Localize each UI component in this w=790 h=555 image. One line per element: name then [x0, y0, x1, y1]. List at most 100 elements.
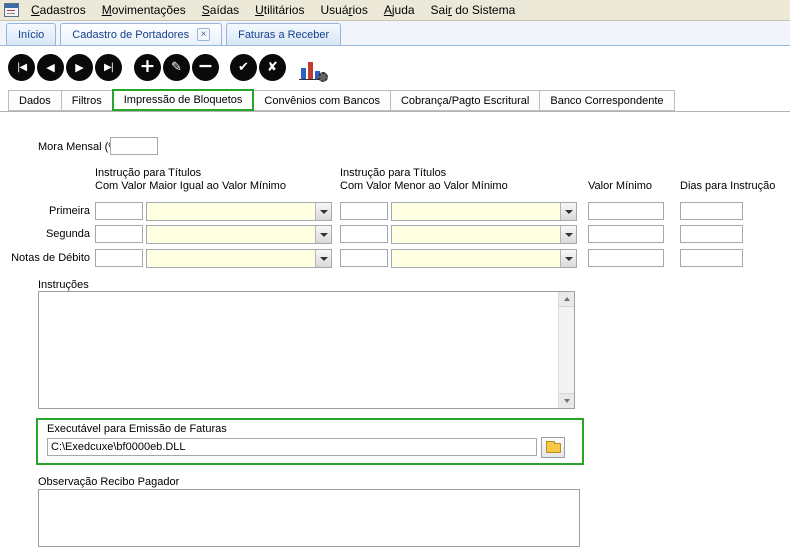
instrucao-menor-header-line1: Instrução para Títulos: [340, 167, 446, 179]
chart-bar-icon: [301, 68, 306, 79]
dias-instrucao-header: Dias para Instrução: [680, 180, 775, 192]
plus-icon: +: [140, 57, 156, 78]
primeira-menor-combo[interactable]: [391, 202, 577, 221]
executavel-groupbox: Executável para Emissão de Faturas: [36, 418, 584, 465]
subtab-label: Dados: [19, 95, 51, 107]
edit-record-button[interactable]: ✎: [163, 54, 190, 81]
segunda-menor-codigo-input[interactable]: [340, 225, 388, 243]
executavel-path-input[interactable]: [47, 438, 537, 456]
segunda-menor-combo[interactable]: [391, 225, 577, 244]
last-record-button[interactable]: ▶|: [95, 54, 122, 81]
tab-banco-correspondente[interactable]: Banco Correspondente: [539, 90, 674, 111]
instrucoes-label: Instruções: [38, 279, 89, 291]
instrucoes-textarea[interactable]: [38, 291, 575, 409]
segunda-maior-codigo-input[interactable]: [95, 225, 143, 243]
previous-icon: ◀: [46, 61, 54, 74]
application-window: Cadastros Movimentações Saídas Utilitári…: [0, 0, 790, 555]
add-record-button[interactable]: +: [134, 54, 161, 81]
primeira-valor-minimo-input[interactable]: [588, 202, 664, 220]
report-chart-button[interactable]: [298, 56, 328, 82]
tab-filtros[interactable]: Filtros: [61, 90, 113, 111]
subtab-label: Convênios com Bancos: [264, 95, 380, 107]
segunda-dias-instrucao-input[interactable]: [680, 225, 743, 243]
gear-icon: [318, 72, 328, 82]
pencil-icon: ✎: [171, 60, 182, 75]
tab-strip: Início Cadastro de Portadores × Faturas …: [0, 21, 790, 46]
tab-cobranca-pagto-escritural[interactable]: Cobrança/Pagto Escritural: [390, 90, 540, 111]
notas-debito-menor-combo[interactable]: [391, 249, 577, 268]
notas-debito-maior-combo[interactable]: [146, 249, 332, 268]
next-record-button[interactable]: ▶: [66, 54, 93, 81]
instrucao-maior-header-line1: Instrução para Títulos: [95, 167, 201, 179]
notas-debito-row-label: Notas de Débito: [0, 252, 90, 264]
segunda-maior-combo[interactable]: [146, 225, 332, 244]
menu-ajuda[interactable]: Ajuda: [376, 0, 423, 21]
chevron-down-icon[interactable]: [315, 226, 331, 243]
menu-sair-do-sistema[interactable]: Sair do Sistema: [423, 0, 524, 21]
delete-record-button[interactable]: −: [192, 54, 219, 81]
browse-file-button[interactable]: [541, 437, 565, 458]
tab-inicio[interactable]: Início: [6, 23, 56, 45]
tab-faturas-a-receber[interactable]: Faturas a Receber: [226, 23, 341, 45]
primeira-row-label: Primeira: [0, 205, 90, 217]
menu-usuarios[interactable]: Usuários: [312, 0, 375, 21]
executavel-group-label: Executável para Emissão de Faturas: [47, 423, 227, 435]
primeira-maior-combo[interactable]: [146, 202, 332, 221]
instrucao-maior-header-line2: Com Valor Maior Igual ao Valor Mínimo: [95, 180, 286, 192]
tab-label: Início: [18, 29, 44, 41]
primeira-dias-instrucao-input[interactable]: [680, 202, 743, 220]
cancel-button[interactable]: ✘: [259, 54, 286, 81]
subtab-label: Impressão de Bloquetos: [124, 94, 243, 106]
subtab-label: Filtros: [72, 95, 102, 107]
mora-mensal-input[interactable]: [110, 137, 158, 155]
notas-debito-menor-codigo-input[interactable]: [340, 249, 388, 267]
app-icon: [4, 3, 19, 17]
chevron-down-icon[interactable]: [560, 226, 576, 243]
folder-open-icon: [546, 443, 561, 453]
menu-bar: Cadastros Movimentações Saídas Utilitári…: [0, 0, 790, 21]
notas-debito-dias-instrucao-input[interactable]: [680, 249, 743, 267]
chevron-down-icon[interactable]: [315, 203, 331, 220]
chevron-down-icon[interactable]: [315, 250, 331, 267]
chevron-down-icon[interactable]: [560, 250, 576, 267]
cross-icon: ✘: [267, 60, 278, 75]
record-toolbar: |◀ ◀ ▶ ▶| + ✎ − ✔ ✘: [0, 47, 790, 90]
primeira-menor-codigo-input[interactable]: [340, 202, 388, 220]
menu-movimentacoes[interactable]: Movimentações: [94, 0, 194, 21]
last-record-icon: ▶|: [104, 62, 113, 73]
first-record-icon: |◀: [17, 62, 26, 73]
primeira-maior-codigo-input[interactable]: [95, 202, 143, 220]
scroll-up-icon[interactable]: [559, 292, 574, 307]
notas-debito-maior-codigo-input[interactable]: [95, 249, 143, 267]
menu-cadastros[interactable]: Cadastros: [23, 0, 94, 21]
page-tab-strip: Dados Filtros Impressão de Bloquetos Con…: [0, 90, 790, 112]
next-icon: ▶: [75, 61, 83, 74]
menu-utilitarios[interactable]: Utilitários: [247, 0, 312, 21]
subtab-label: Banco Correspondente: [550, 95, 663, 107]
chart-bar-icon: [308, 62, 313, 79]
observacao-textarea[interactable]: [38, 489, 580, 547]
valor-minimo-header: Valor Mínimo: [588, 180, 652, 192]
chevron-down-icon[interactable]: [560, 203, 576, 220]
first-record-button[interactable]: |◀: [8, 54, 35, 81]
vertical-scrollbar[interactable]: [558, 292, 574, 408]
notas-debito-valor-minimo-input[interactable]: [588, 249, 664, 267]
tab-label: Faturas a Receber: [238, 29, 329, 41]
tab-convenios-com-bancos[interactable]: Convênios com Bancos: [253, 90, 391, 111]
tab-cadastro-de-portadores[interactable]: Cadastro de Portadores ×: [60, 23, 222, 45]
close-tab-icon[interactable]: ×: [197, 28, 210, 41]
tab-label: Cadastro de Portadores: [72, 29, 189, 41]
menu-saidas[interactable]: Saídas: [194, 0, 247, 21]
check-icon: ✔: [238, 60, 249, 75]
tab-impressao-de-bloquetos[interactable]: Impressão de Bloquetos: [112, 89, 255, 111]
tab-dados[interactable]: Dados: [8, 90, 62, 111]
previous-record-button[interactable]: ◀: [37, 54, 64, 81]
instrucao-menor-header-line2: Com Valor Menor ao Valor Mínimo: [340, 180, 508, 192]
scroll-down-icon[interactable]: [559, 393, 574, 408]
minus-icon: −: [198, 57, 214, 78]
segunda-row-label: Segunda: [0, 228, 90, 240]
segunda-valor-minimo-input[interactable]: [588, 225, 664, 243]
confirm-button[interactable]: ✔: [230, 54, 257, 81]
observacao-label: Observação Recibo Pagador: [38, 476, 179, 488]
subtab-label: Cobrança/Pagto Escritural: [401, 95, 529, 107]
